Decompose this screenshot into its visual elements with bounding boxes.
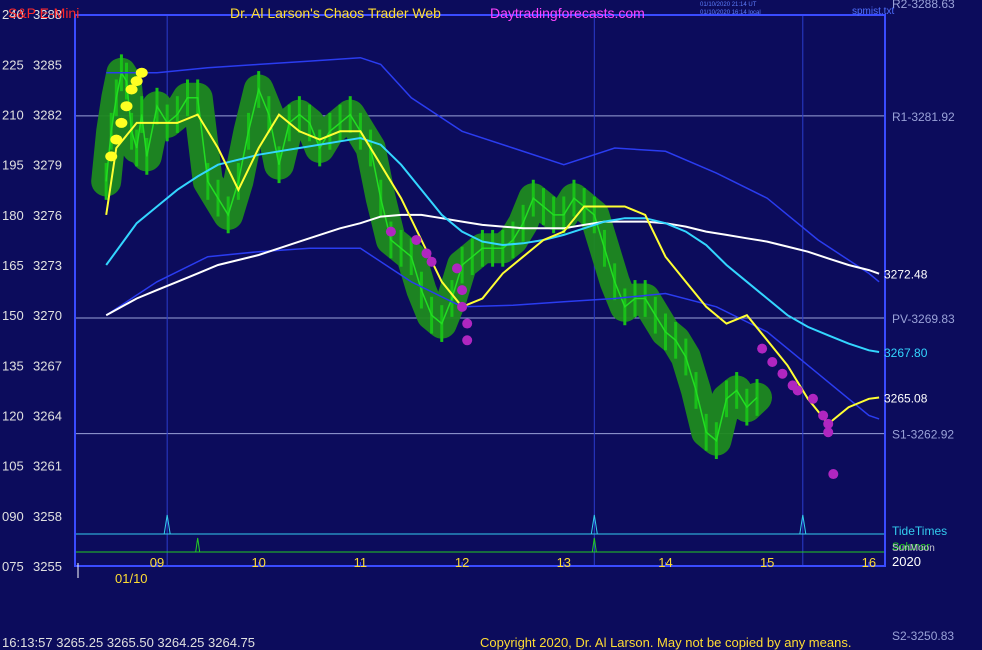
y-tick-price: 3264 bbox=[33, 409, 62, 424]
level-label-r2: R2-3288.63 bbox=[892, 0, 955, 11]
x-tick-label: 12 bbox=[455, 555, 469, 570]
y-tick-index: 225 bbox=[2, 57, 24, 72]
yellow-dot bbox=[135, 67, 148, 78]
y-axis-labels: 240 3288225 3285210 3282195 3279180 3276165 32… bbox=[2, 7, 62, 574]
magenta-dot bbox=[457, 285, 468, 296]
yellow-dot bbox=[115, 117, 128, 128]
white-last-value: 3272.48 bbox=[884, 268, 928, 282]
moving-averages bbox=[105, 113, 880, 426]
lower-label-sunmoon: SunMoon bbox=[892, 543, 935, 554]
y-tick-price: 3267 bbox=[33, 358, 62, 373]
y-tick-index: 150 bbox=[2, 308, 24, 323]
quote-line: 16:13:57 3265.25 3265.50 3264.25 3264.75 bbox=[2, 635, 256, 650]
magenta-dot bbox=[462, 335, 473, 346]
level-label-s2: S2-3250.83 bbox=[892, 629, 954, 643]
magenta-dot bbox=[385, 226, 396, 237]
magenta-dot bbox=[452, 263, 463, 274]
magenta-dot bbox=[457, 301, 468, 312]
magenta-dot bbox=[426, 256, 437, 267]
chart-area: 240 3288225 3285210 3282195 3279180 3276165 32… bbox=[2, 0, 955, 643]
solunar-spike bbox=[195, 537, 201, 553]
magenta-dot bbox=[767, 357, 778, 368]
y-tick-index: 180 bbox=[2, 208, 24, 223]
lower-label-tide: TideTimes bbox=[892, 524, 947, 538]
chart-title: Dr. Al Larson's Chaos Trader Web bbox=[230, 5, 441, 21]
y-tick-price: 3285 bbox=[33, 57, 62, 72]
y-tick-index: 210 bbox=[2, 108, 24, 123]
magenta-dot bbox=[421, 248, 432, 259]
yellow-dot bbox=[105, 151, 118, 162]
y-tick-index: 105 bbox=[2, 459, 24, 474]
data-file-label: spmist.txt bbox=[852, 6, 895, 17]
lower-timing-panel bbox=[75, 514, 885, 553]
yellow-ma-line bbox=[105, 113, 880, 426]
yellow-dot bbox=[110, 134, 123, 145]
y-tick-price: 3282 bbox=[33, 108, 62, 123]
magenta-dot bbox=[462, 318, 473, 329]
symbol-title: S&P E-Mini bbox=[8, 5, 80, 21]
x-tick-label: 09 bbox=[150, 555, 164, 570]
right-labels: R2-3288.63 R1-3281.92 PV-3269.83 S1-3262.92… bbox=[884, 0, 955, 643]
x-tick-label: 16 bbox=[862, 555, 876, 570]
year-label: 2020 bbox=[892, 554, 921, 569]
magenta-dot bbox=[823, 427, 834, 438]
y-tick-price: 3279 bbox=[33, 158, 62, 173]
yellow-last-value: 3265.08 bbox=[884, 391, 928, 405]
y-tick-index: 165 bbox=[2, 258, 24, 273]
magenta-dot bbox=[818, 410, 829, 421]
site-link[interactable]: Daytradingforecasts.com bbox=[490, 5, 645, 21]
cyan-last-value: 3267.80 bbox=[884, 346, 928, 360]
x-tick-label: 10 bbox=[251, 555, 265, 570]
magenta-dot bbox=[792, 385, 803, 396]
y-tick-index: 195 bbox=[2, 158, 24, 173]
level-label-pv: PV-3269.83 bbox=[892, 312, 955, 326]
magenta-dot bbox=[807, 393, 818, 404]
x-tick-label: 13 bbox=[557, 555, 571, 570]
x-tick-label: 15 bbox=[760, 555, 774, 570]
level-label-s1: S1-3262.92 bbox=[892, 428, 954, 442]
yellow-dot bbox=[120, 101, 133, 112]
y-tick-price: 3270 bbox=[33, 308, 62, 323]
y-tick-price: 3258 bbox=[33, 509, 62, 524]
x-tick-label: 14 bbox=[658, 555, 672, 570]
y-tick-index: 120 bbox=[2, 409, 24, 424]
date-label: 01/10 bbox=[115, 571, 148, 586]
magenta-dot bbox=[828, 469, 839, 480]
magenta-dot bbox=[777, 368, 788, 379]
y-tick-index: 090 bbox=[2, 509, 24, 524]
timestamp-ut: 01/10/2020 21:14 UT bbox=[700, 2, 757, 8]
magenta-dot bbox=[757, 343, 768, 354]
y-tick-price: 3276 bbox=[33, 208, 62, 223]
x-axis-labels: 09 10 11 12 13 14 15 16 01/10 bbox=[77, 555, 876, 586]
level-label-r1: R1-3281.92 bbox=[892, 110, 955, 124]
x-tick-label: 11 bbox=[354, 555, 368, 570]
y-tick-index: 135 bbox=[2, 358, 24, 373]
copyright: Copyright 2020, Dr. Al Larson. May not b… bbox=[480, 635, 852, 650]
y-tick-price: 3255 bbox=[33, 559, 62, 574]
magenta-dot bbox=[411, 234, 422, 245]
y-tick-price: 3273 bbox=[33, 258, 62, 273]
y-tick-price: 3261 bbox=[33, 459, 62, 474]
timestamp-local: 01/10/2020 16:14 local bbox=[700, 10, 761, 16]
y-tick-index: 075 bbox=[2, 559, 24, 574]
